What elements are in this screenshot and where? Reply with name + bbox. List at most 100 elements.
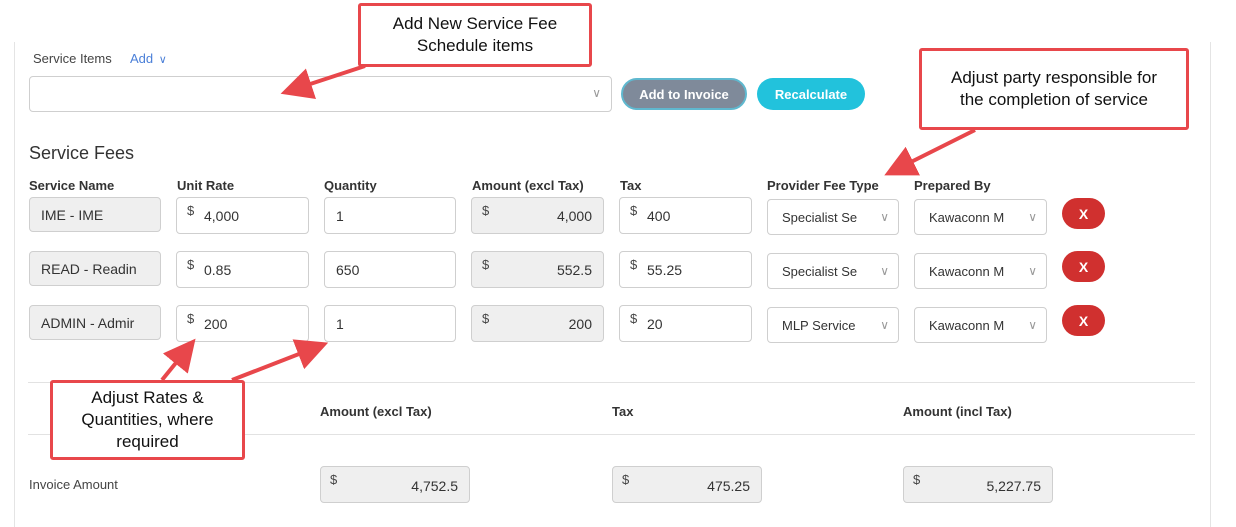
invoice-amount-label: Invoice Amount bbox=[29, 477, 118, 492]
remove-row-button[interactable]: X bbox=[1062, 251, 1105, 282]
currency-symbol: $ bbox=[187, 203, 195, 218]
amount-field: $ 4,000 bbox=[471, 197, 604, 234]
callout-line: Adjust party responsible for bbox=[951, 68, 1157, 87]
provider-fee-type-value: Specialist Se bbox=[782, 210, 858, 225]
col-header-service-name: Service Name bbox=[29, 178, 115, 193]
currency-symbol: $ bbox=[913, 472, 921, 487]
chevron-down-icon: ∨ bbox=[1028, 264, 1037, 278]
amount-value: 552.5 bbox=[556, 262, 592, 278]
prepared-by-value: Kawaconn M bbox=[929, 210, 1005, 225]
prepared-by-value: Kawaconn M bbox=[929, 264, 1005, 279]
currency-symbol: $ bbox=[482, 203, 490, 218]
provider-fee-type-value: Specialist Se bbox=[782, 264, 858, 279]
chevron-down-icon: ∨ bbox=[880, 210, 889, 224]
add-to-invoice-button[interactable]: Add to Invoice bbox=[621, 78, 747, 110]
prepared-by-select[interactable]: Kawaconn M ∨ bbox=[914, 199, 1047, 235]
callout-line: Adjust Rates & bbox=[91, 388, 204, 407]
panel-left-border bbox=[14, 42, 15, 527]
quantity-value: 650 bbox=[336, 262, 360, 278]
invoice-tax-value: 475.25 bbox=[707, 478, 750, 494]
service-name-field: READ - Readin bbox=[29, 251, 161, 286]
summary-header-amount-incl: Amount (incl Tax) bbox=[903, 404, 1012, 419]
service-items-select[interactable]: ∨ bbox=[29, 76, 612, 112]
remove-row-button[interactable]: X bbox=[1062, 305, 1105, 336]
amount-value: 4,000 bbox=[556, 208, 592, 224]
arrow-rate bbox=[160, 338, 196, 382]
chevron-down-icon: ∨ bbox=[1028, 210, 1037, 224]
callout-line: Add New Service Fee bbox=[392, 14, 558, 33]
unit-rate-value: 4,000 bbox=[204, 208, 240, 224]
recalculate-button[interactable]: Recalculate bbox=[757, 78, 865, 110]
col-header-prepared-by: Prepared By bbox=[914, 178, 991, 193]
amount-value: 200 bbox=[568, 316, 592, 332]
currency-symbol: $ bbox=[330, 472, 338, 487]
unit-rate-input[interactable]: $ 0.85 bbox=[176, 251, 309, 288]
panel-right-border bbox=[1210, 42, 1211, 527]
summary-header-amount-excl: Amount (excl Tax) bbox=[320, 404, 432, 419]
callout-line: Quantities, where bbox=[81, 410, 214, 429]
add-service-item-link[interactable]: Add ∨ bbox=[130, 51, 167, 66]
unit-rate-value: 0.85 bbox=[204, 262, 232, 278]
provider-fee-type-select[interactable]: Specialist Se ∨ bbox=[767, 253, 899, 289]
remove-row-button[interactable]: X bbox=[1062, 198, 1105, 229]
chevron-down-icon: ∨ bbox=[592, 86, 601, 100]
currency-symbol: $ bbox=[630, 203, 638, 218]
currency-symbol: $ bbox=[630, 311, 638, 326]
callout-line: Schedule items bbox=[416, 36, 534, 55]
currency-symbol: $ bbox=[482, 311, 490, 326]
arrow-quantity bbox=[231, 339, 329, 382]
currency-symbol: $ bbox=[482, 257, 490, 272]
tax-value: 400 bbox=[647, 208, 671, 224]
amount-field: $ 552.5 bbox=[471, 251, 604, 288]
quantity-value: 1 bbox=[336, 316, 344, 332]
chevron-down-icon: ∨ bbox=[1028, 318, 1037, 332]
currency-symbol: $ bbox=[630, 257, 638, 272]
unit-rate-input[interactable]: $ 4,000 bbox=[176, 197, 309, 234]
chevron-down-icon: ∨ bbox=[158, 54, 167, 66]
unit-rate-value: 200 bbox=[204, 316, 228, 332]
provider-fee-type-select[interactable]: MLP Service ∨ bbox=[767, 307, 899, 343]
service-name-field: ADMIN - Admir bbox=[29, 305, 161, 340]
add-link-label[interactable]: Add bbox=[130, 51, 153, 66]
tax-value: 20 bbox=[647, 316, 663, 332]
invoice-amount-incl-value: 5,227.75 bbox=[986, 478, 1042, 494]
callout-line: the completion of service bbox=[959, 90, 1149, 109]
callout-add-items: Add New Service Fee Schedule items bbox=[358, 3, 592, 67]
service-name-field: IME - IME bbox=[29, 197, 161, 232]
amount-field: $ 200 bbox=[471, 305, 604, 342]
col-header-tax: Tax bbox=[620, 178, 642, 193]
currency-symbol: $ bbox=[187, 311, 195, 326]
invoice-amount-excl-field: $ 4,752.5 bbox=[320, 466, 470, 503]
prepared-by-value: Kawaconn M bbox=[929, 318, 1005, 333]
col-header-unit-rate: Unit Rate bbox=[177, 178, 235, 193]
quantity-value: 1 bbox=[336, 208, 344, 224]
invoice-tax-field: $ 475.25 bbox=[612, 466, 762, 503]
invoice-amount-excl-value: 4,752.5 bbox=[411, 478, 458, 494]
service-name-value: IME - IME bbox=[41, 207, 104, 223]
tax-input[interactable]: $ 55.25 bbox=[619, 251, 752, 288]
invoice-amount-incl-field: $ 5,227.75 bbox=[903, 466, 1053, 503]
arrow-party bbox=[884, 128, 976, 176]
currency-symbol: $ bbox=[187, 257, 195, 272]
service-items-label: Service Items bbox=[33, 51, 112, 66]
callout-line: required bbox=[116, 432, 179, 451]
prepared-by-select[interactable]: Kawaconn M ∨ bbox=[914, 253, 1047, 289]
currency-symbol: $ bbox=[622, 472, 630, 487]
quantity-input[interactable]: 650 bbox=[324, 251, 456, 288]
tax-input[interactable]: $ 20 bbox=[619, 305, 752, 342]
tax-input[interactable]: $ 400 bbox=[619, 197, 752, 234]
unit-rate-input[interactable]: $ 200 bbox=[176, 305, 309, 342]
service-fees-title: Service Fees bbox=[29, 143, 135, 163]
callout-rates: Adjust Rates & Quantities, where require… bbox=[50, 380, 245, 460]
provider-fee-type-value: MLP Service bbox=[782, 318, 856, 333]
chevron-down-icon: ∨ bbox=[880, 318, 889, 332]
callout-party: Adjust party responsible for the complet… bbox=[919, 48, 1189, 130]
chevron-down-icon: ∨ bbox=[880, 264, 889, 278]
quantity-input[interactable]: 1 bbox=[324, 197, 456, 234]
quantity-input[interactable]: 1 bbox=[324, 305, 456, 342]
prepared-by-select[interactable]: Kawaconn M ∨ bbox=[914, 307, 1047, 343]
col-header-provider-fee-type: Provider Fee Type bbox=[767, 178, 879, 193]
service-name-value: ADMIN - Admir bbox=[41, 315, 135, 331]
service-name-value: READ - Readin bbox=[41, 261, 137, 277]
provider-fee-type-select[interactable]: Specialist Se ∨ bbox=[767, 199, 899, 235]
